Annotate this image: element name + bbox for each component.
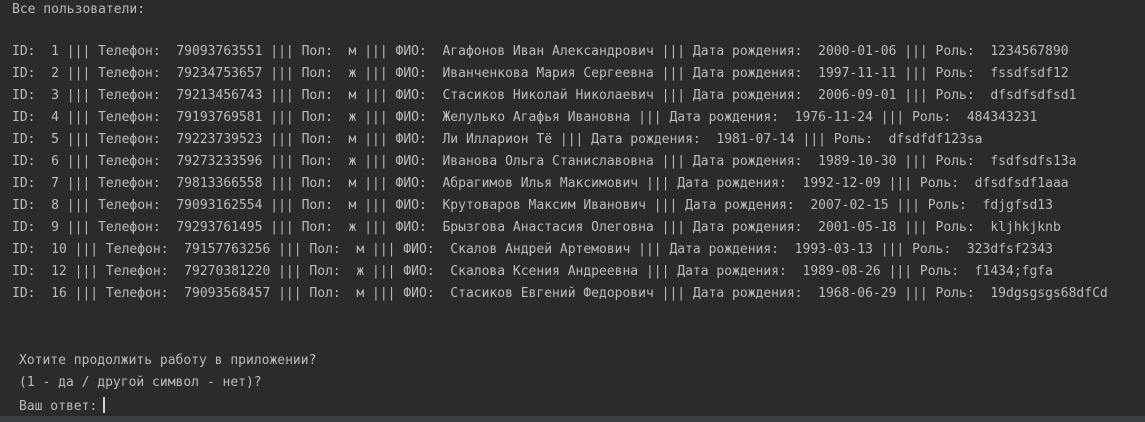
user-row: ID: 2 ||| Телефон: 79234753657 ||| Пол: … [12,66,1069,81]
answer-label: Ваш ответ: [19,399,98,414]
user-row: ID: 4 ||| Телефон: 79193769581 ||| Пол: … [12,110,1038,125]
answer-prompt[interactable]: Ваш ответ: [19,397,106,414]
bottom-panel-edge [0,416,1145,422]
continue-options: (1 - да / другой символ - нет)? [19,375,262,390]
user-row: ID: 6 ||| Телефон: 79273233596 ||| Пол: … [12,154,1077,169]
user-row: ID: 3 ||| Телефон: 79213456743 ||| Пол: … [12,88,1077,103]
user-row: ID: 12 ||| Телефон: 79270381220 ||| Пол:… [12,264,1053,279]
user-row: ID: 16 ||| Телефон: 79093568457 ||| Пол:… [12,286,1108,301]
user-row: ID: 9 ||| Телефон: 79293761495 ||| Пол: … [12,220,1061,235]
user-row: ID: 8 ||| Телефон: 79093162554 ||| Пол: … [12,198,1053,213]
user-row: ID: 5 ||| Телефон: 79223739523 ||| Пол: … [12,132,983,147]
text-cursor [103,397,106,413]
user-row: ID: 1 ||| Телефон: 79093763551 ||| Пол: … [12,44,1069,59]
user-list: ID: 1 ||| Телефон: 79093763551 ||| Пол: … [12,44,1108,308]
console-output: Все пользователи: ID: 1 ||| Телефон: 790… [0,0,1145,416]
user-row: ID: 7 ||| Телефон: 79813366558 ||| Пол: … [12,176,1069,191]
user-row: ID: 10 ||| Телефон: 79157763256 ||| Пол:… [12,242,1053,257]
console-header: Все пользователи: [12,2,146,17]
continue-question: Хотите продолжить работу в приложении? [19,353,317,368]
